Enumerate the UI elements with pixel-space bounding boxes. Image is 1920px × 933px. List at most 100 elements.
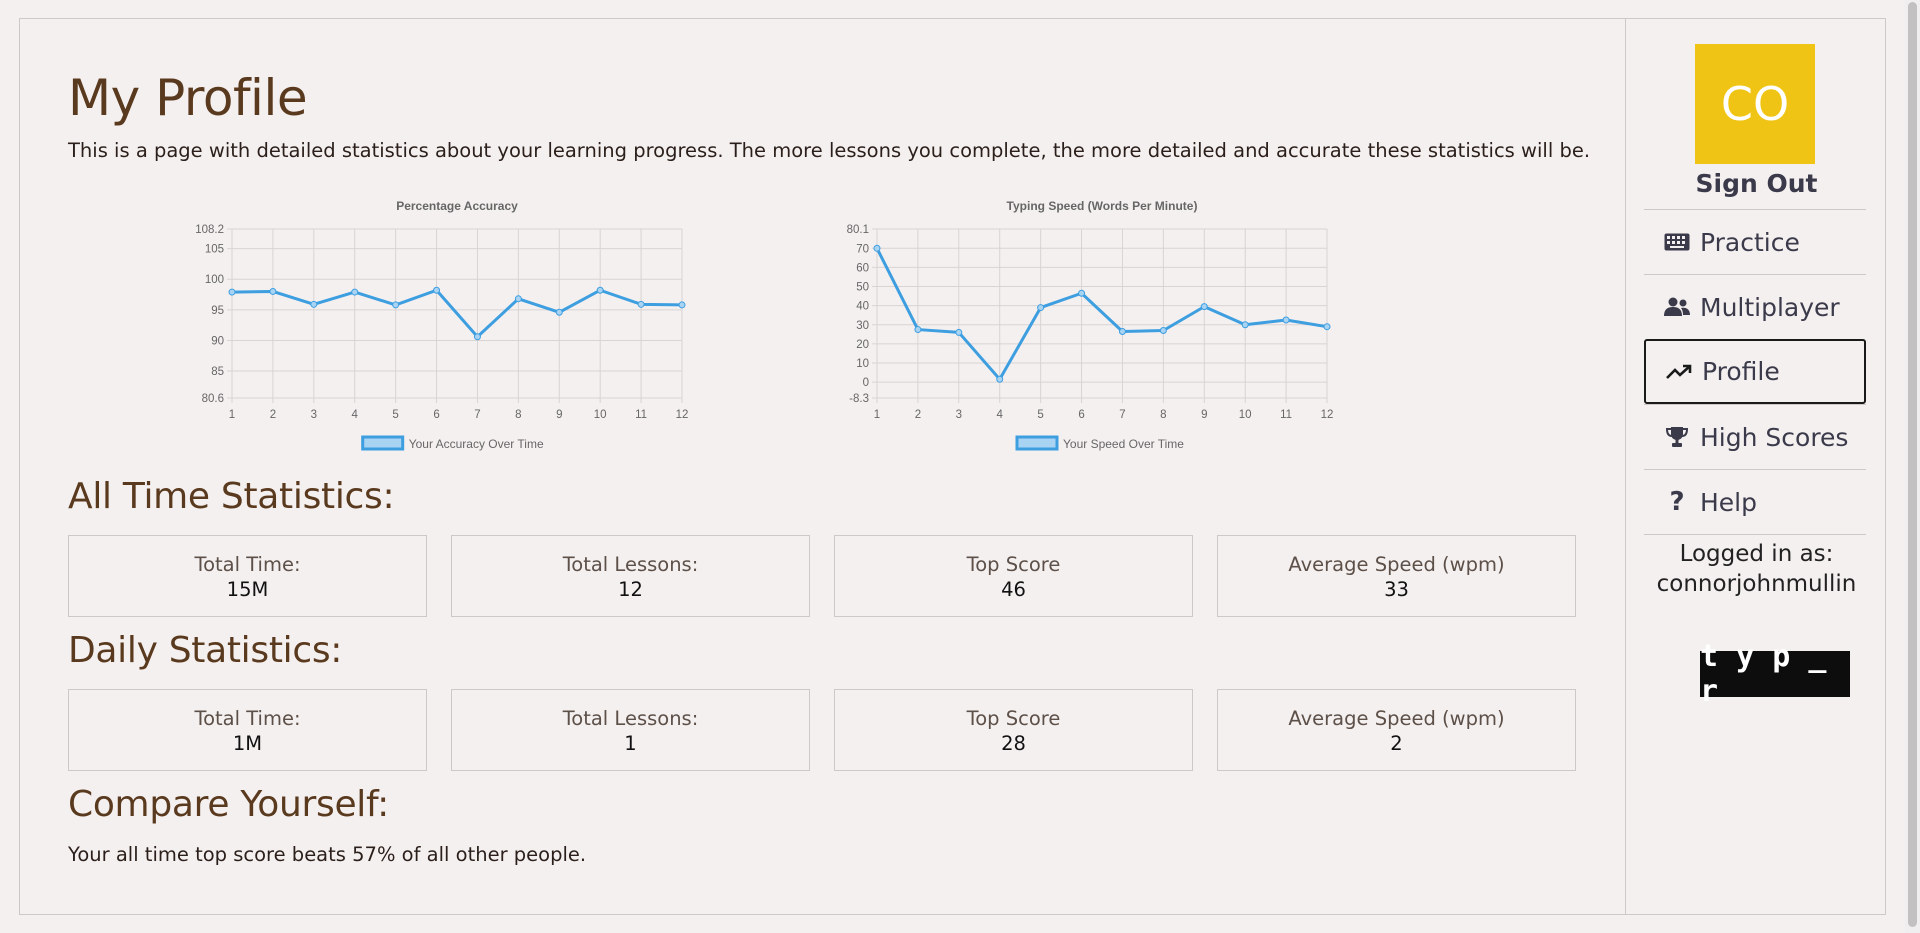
x-tick-label: 2 (270, 409, 276, 421)
data-point (955, 328, 963, 336)
x-tick-label: 6 (1078, 409, 1084, 421)
y-tick-label: 108.2 (195, 224, 224, 236)
daily-title: Daily Statistics: (68, 630, 343, 671)
stat-label: Total Time: (194, 707, 301, 730)
sidebar-item-high-scores[interactable]: High Scores (1644, 404, 1866, 469)
x-tick-label: 6 (433, 409, 439, 421)
page-title: My Profile (68, 69, 308, 127)
trophy-icon (1664, 426, 1690, 448)
daily-average-speed: Average Speed (wpm) 2 (1217, 689, 1576, 771)
chart-title: Percentage Accuracy (396, 199, 518, 213)
stat-value: 12 (618, 578, 643, 601)
y-tick-label: 105 (205, 244, 224, 256)
trending-up-icon (1666, 361, 1692, 383)
keyboard-icon (1664, 231, 1690, 253)
data-point (1241, 321, 1249, 329)
stat-label: Top Score (966, 707, 1061, 730)
y-tick-label: 40 (856, 301, 869, 313)
main-content: My Profile This is a page with detailed … (20, 19, 1625, 914)
legend-swatch (1015, 435, 1059, 451)
typr-logo[interactable]: t y p _ r (1700, 639, 1850, 709)
y-tick-label: -8.3 (849, 393, 869, 405)
x-tick-label: 11 (1280, 409, 1292, 421)
legend-label: Your Speed Over Time (1063, 437, 1184, 451)
x-tick-label: 11 (635, 409, 647, 421)
data-point (228, 288, 236, 296)
daily-total-time: Total Time: 1M (68, 689, 427, 771)
stat-value: 15M (226, 578, 269, 601)
accuracy-chart-svg: Percentage Accuracy80.6859095100105108.2… (195, 199, 689, 451)
all-time-stats: Total Time: 15M Total Lessons: 12 Top Sc… (68, 535, 1576, 617)
y-tick-label: 20 (856, 339, 869, 351)
x-tick-label: 5 (392, 409, 398, 421)
x-tick-label: 2 (915, 409, 921, 421)
sidebar-item-label: Practice (1700, 227, 1800, 257)
x-tick-label: 8 (1160, 409, 1166, 421)
daily-total-lessons: Total Lessons: 1 (451, 689, 810, 771)
sidebar-item-help[interactable]: ? Help (1644, 469, 1866, 534)
y-tick-label: 80.6 (202, 393, 224, 405)
users-icon (1664, 296, 1690, 318)
y-tick-label: 10 (856, 358, 869, 370)
data-point (678, 301, 686, 309)
all-time-top-score: Top Score 46 (834, 535, 1193, 617)
y-tick-label: 100 (205, 274, 224, 286)
data-point (1037, 304, 1045, 312)
stat-value: 46 (1001, 578, 1026, 601)
x-tick-label: 12 (676, 409, 689, 421)
all-time-title: All Time Statistics: (68, 476, 395, 517)
daily-top-score: Top Score 28 (834, 689, 1193, 771)
logged-in-info: Logged in as: connorjohnmullin (1626, 539, 1887, 599)
app-frame: My Profile This is a page with detailed … (19, 18, 1886, 915)
stat-label: Average Speed (wpm) (1288, 707, 1505, 730)
legend-label: Your Accuracy Over Time (409, 437, 544, 451)
sidebar-nav: Practice Multiplayer Profile High Scores… (1644, 209, 1866, 535)
x-tick-label: 1 (229, 409, 235, 421)
y-tick-label: 30 (856, 320, 869, 332)
avatar[interactable]: CO (1695, 44, 1815, 164)
speed-chart: Typing Speed (Words Per Minute) -8.3 0 10 20… (760, 184, 1340, 474)
data-point (392, 301, 400, 309)
data-point (873, 244, 881, 252)
y-tick-label: 95 (211, 305, 224, 317)
sidebar-item-practice[interactable]: Practice (1644, 209, 1866, 274)
data-point (1118, 327, 1126, 335)
data-point (310, 300, 318, 308)
y-tick-label: 50 (856, 282, 869, 294)
stat-value: 33 (1384, 578, 1409, 601)
series-line (231, 288, 683, 339)
x-tick-label: 5 (1037, 409, 1043, 421)
stat-value: 2 (1390, 732, 1403, 755)
data-point (1078, 289, 1086, 297)
speed-chart-svg: Typing Speed (Words Per Minute) -8.3 0 10 20… (847, 199, 1334, 451)
x-tick-label: 8 (515, 409, 521, 421)
sidebar-item-label: Profile (1702, 357, 1780, 386)
x-tick-label: 1 (874, 409, 880, 421)
series-line (875, 247, 1328, 381)
data-point (473, 333, 481, 341)
sidebar-item-multiplayer[interactable]: Multiplayer (1644, 274, 1866, 339)
data-point (996, 375, 1004, 383)
daily-stats: Total Time: 1M Total Lessons: 1 Top Scor… (68, 689, 1576, 771)
scrollbar-thumb[interactable] (1908, 2, 1917, 927)
x-tick-label: 7 (474, 409, 480, 421)
y-tick-label: 90 (211, 335, 224, 347)
avatar-initials: CO (1720, 77, 1790, 131)
x-tick-label: 4 (352, 409, 359, 421)
y-tick-label: 70 (856, 243, 869, 255)
data-point (269, 287, 277, 295)
stat-label: Average Speed (wpm) (1288, 553, 1505, 576)
sidebar-item-profile[interactable]: Profile (1644, 339, 1866, 404)
y-tick-label: 80.1 (847, 224, 869, 236)
sign-out-button[interactable]: Sign Out (1626, 169, 1887, 198)
logged-in-label: Logged in as: (1679, 541, 1834, 567)
stat-value: 1 (624, 732, 637, 755)
sidebar-divider (1644, 534, 1866, 535)
data-point (637, 300, 645, 308)
stat-label: Top Score (966, 553, 1061, 576)
stat-value: 28 (1001, 732, 1026, 755)
x-tick-label: 3 (956, 409, 962, 421)
x-tick-label: 12 (1321, 409, 1334, 421)
all-time-total-time: Total Time: 15M (68, 535, 427, 617)
data-point (914, 326, 922, 334)
